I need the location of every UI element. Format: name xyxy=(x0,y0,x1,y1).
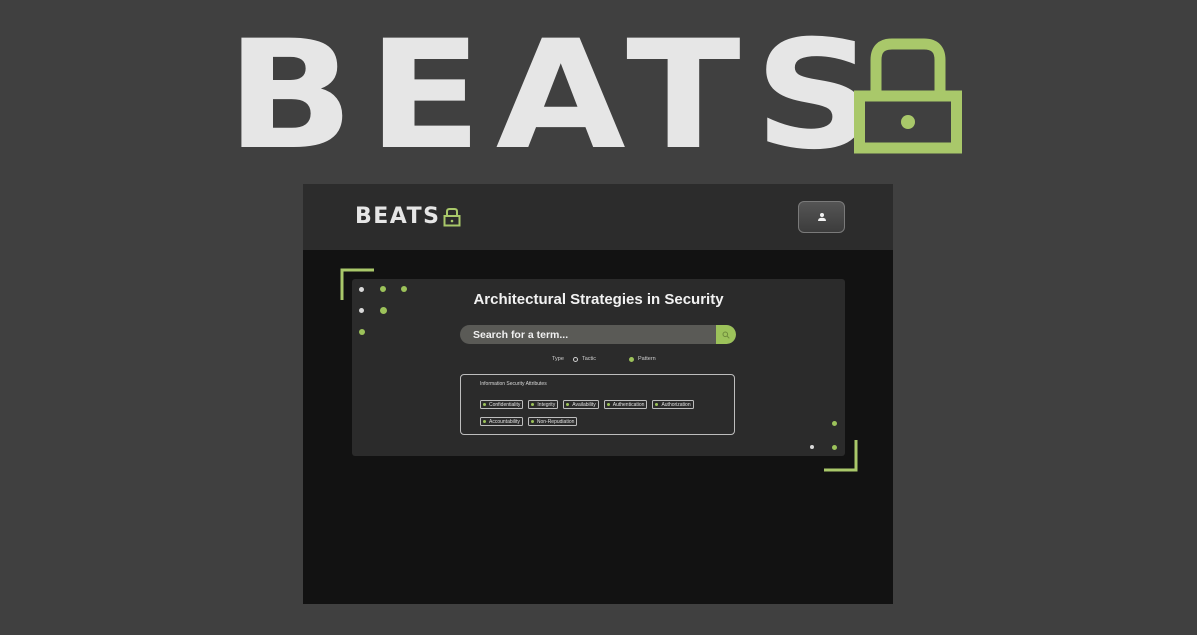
chip-label: Confidentiality xyxy=(489,401,521,408)
decorative-dot-icon xyxy=(401,286,407,292)
chip-label: Authentication xyxy=(612,401,645,408)
tactic-label[interactable]: Tactic xyxy=(582,356,596,362)
hero-banner: BEATS xyxy=(226,9,966,183)
chip-availability[interactable]: Availability xyxy=(563,400,599,409)
decorative-dot-icon xyxy=(832,421,837,426)
tactic-radio[interactable] xyxy=(572,356,578,362)
search-bar xyxy=(460,325,736,344)
search-button[interactable] xyxy=(716,325,736,344)
type-label: Type xyxy=(552,356,564,362)
chip-label: Authorization xyxy=(661,401,691,408)
chip-label: Integrity xyxy=(537,401,556,408)
chip-label: Non-Repudiation xyxy=(536,418,575,425)
decorative-dot-icon xyxy=(359,308,364,313)
attributes-panel: Information Security Attributes Confiden… xyxy=(460,374,735,435)
hero-logo-text: BEATS xyxy=(226,9,889,183)
decorative-dot-icon xyxy=(832,445,837,450)
chip-authorization[interactable]: Authorization xyxy=(652,400,694,409)
chip-label: Accountability xyxy=(489,418,520,425)
chip-integrity[interactable]: Integrity xyxy=(528,400,559,409)
decorative-dot-icon xyxy=(810,445,814,449)
brand-logo-text: BEATS xyxy=(355,204,441,229)
app-window: BEATS Architectural Strategies in Securi… xyxy=(303,184,893,604)
page-title: Architectural Strategies in Security xyxy=(473,291,724,308)
chip-dot-icon xyxy=(483,420,486,423)
attributes-title: Information Security Attributes xyxy=(480,381,547,387)
chip-authentication[interactable]: Authentication xyxy=(603,400,648,409)
user-icon xyxy=(817,213,826,221)
lock-icon xyxy=(443,208,461,227)
decorative-dot-icon xyxy=(359,329,365,335)
chip-label: Availability xyxy=(572,401,596,408)
decorative-dot-icon xyxy=(359,287,364,292)
decorative-dot-icon xyxy=(380,286,386,292)
search-input[interactable] xyxy=(460,325,715,344)
chip-confidentiality[interactable]: Confidentiality xyxy=(480,400,524,409)
chip-dot-icon xyxy=(566,403,570,406)
chip-dot-icon xyxy=(530,420,534,423)
search-icon xyxy=(722,331,730,339)
lock-icon xyxy=(854,38,962,154)
pattern-radio[interactable] xyxy=(629,356,634,362)
top-navbar: BEATS xyxy=(303,184,893,250)
profile-button[interactable] xyxy=(798,201,845,233)
decorative-dot-icon xyxy=(380,307,387,314)
search-card: Architectural Strategies in Security Typ… xyxy=(352,279,845,456)
pattern-label[interactable]: Pattern xyxy=(638,356,656,362)
chip-dot-icon xyxy=(531,403,535,406)
brand-logo[interactable]: BEATS xyxy=(355,206,461,228)
attribute-chip-list: Confidentiality Integrity Availability A… xyxy=(480,400,710,426)
chip-dot-icon xyxy=(606,403,610,406)
chip-accountability[interactable]: Accountability xyxy=(480,417,523,426)
chip-dot-icon xyxy=(483,403,486,406)
chip-dot-icon xyxy=(655,403,659,406)
chip-non-repudiation[interactable]: Non-Repudiation xyxy=(527,417,578,426)
type-filter: Type Tactic Pattern xyxy=(552,354,656,364)
